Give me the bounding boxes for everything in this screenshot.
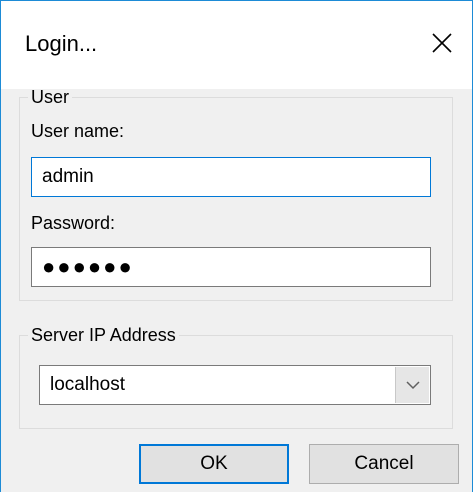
password-input[interactable]: ●●●●●● bbox=[31, 247, 431, 287]
window-title: Login... bbox=[25, 31, 98, 56]
login-dialog: Login... User User name: admin Password:… bbox=[0, 0, 473, 492]
ok-button[interactable]: OK bbox=[139, 444, 289, 484]
server-ip-select[interactable]: localhost bbox=[39, 365, 431, 405]
close-icon bbox=[432, 33, 452, 53]
username-input[interactable]: admin bbox=[31, 157, 431, 197]
server-ip-value: localhost bbox=[50, 374, 125, 395]
title-bar: Login... bbox=[1, 1, 472, 89]
chevron-down-icon bbox=[405, 381, 420, 390]
server-group-legend: Server IP Address bbox=[31, 325, 176, 345]
close-button[interactable] bbox=[422, 23, 462, 63]
user-group-legend: User bbox=[31, 87, 70, 107]
cancel-button[interactable]: Cancel bbox=[309, 444, 459, 484]
password-label: Password: bbox=[31, 213, 116, 233]
server-ip-dropdown-button[interactable] bbox=[395, 367, 429, 403]
username-label: User name: bbox=[31, 121, 125, 141]
